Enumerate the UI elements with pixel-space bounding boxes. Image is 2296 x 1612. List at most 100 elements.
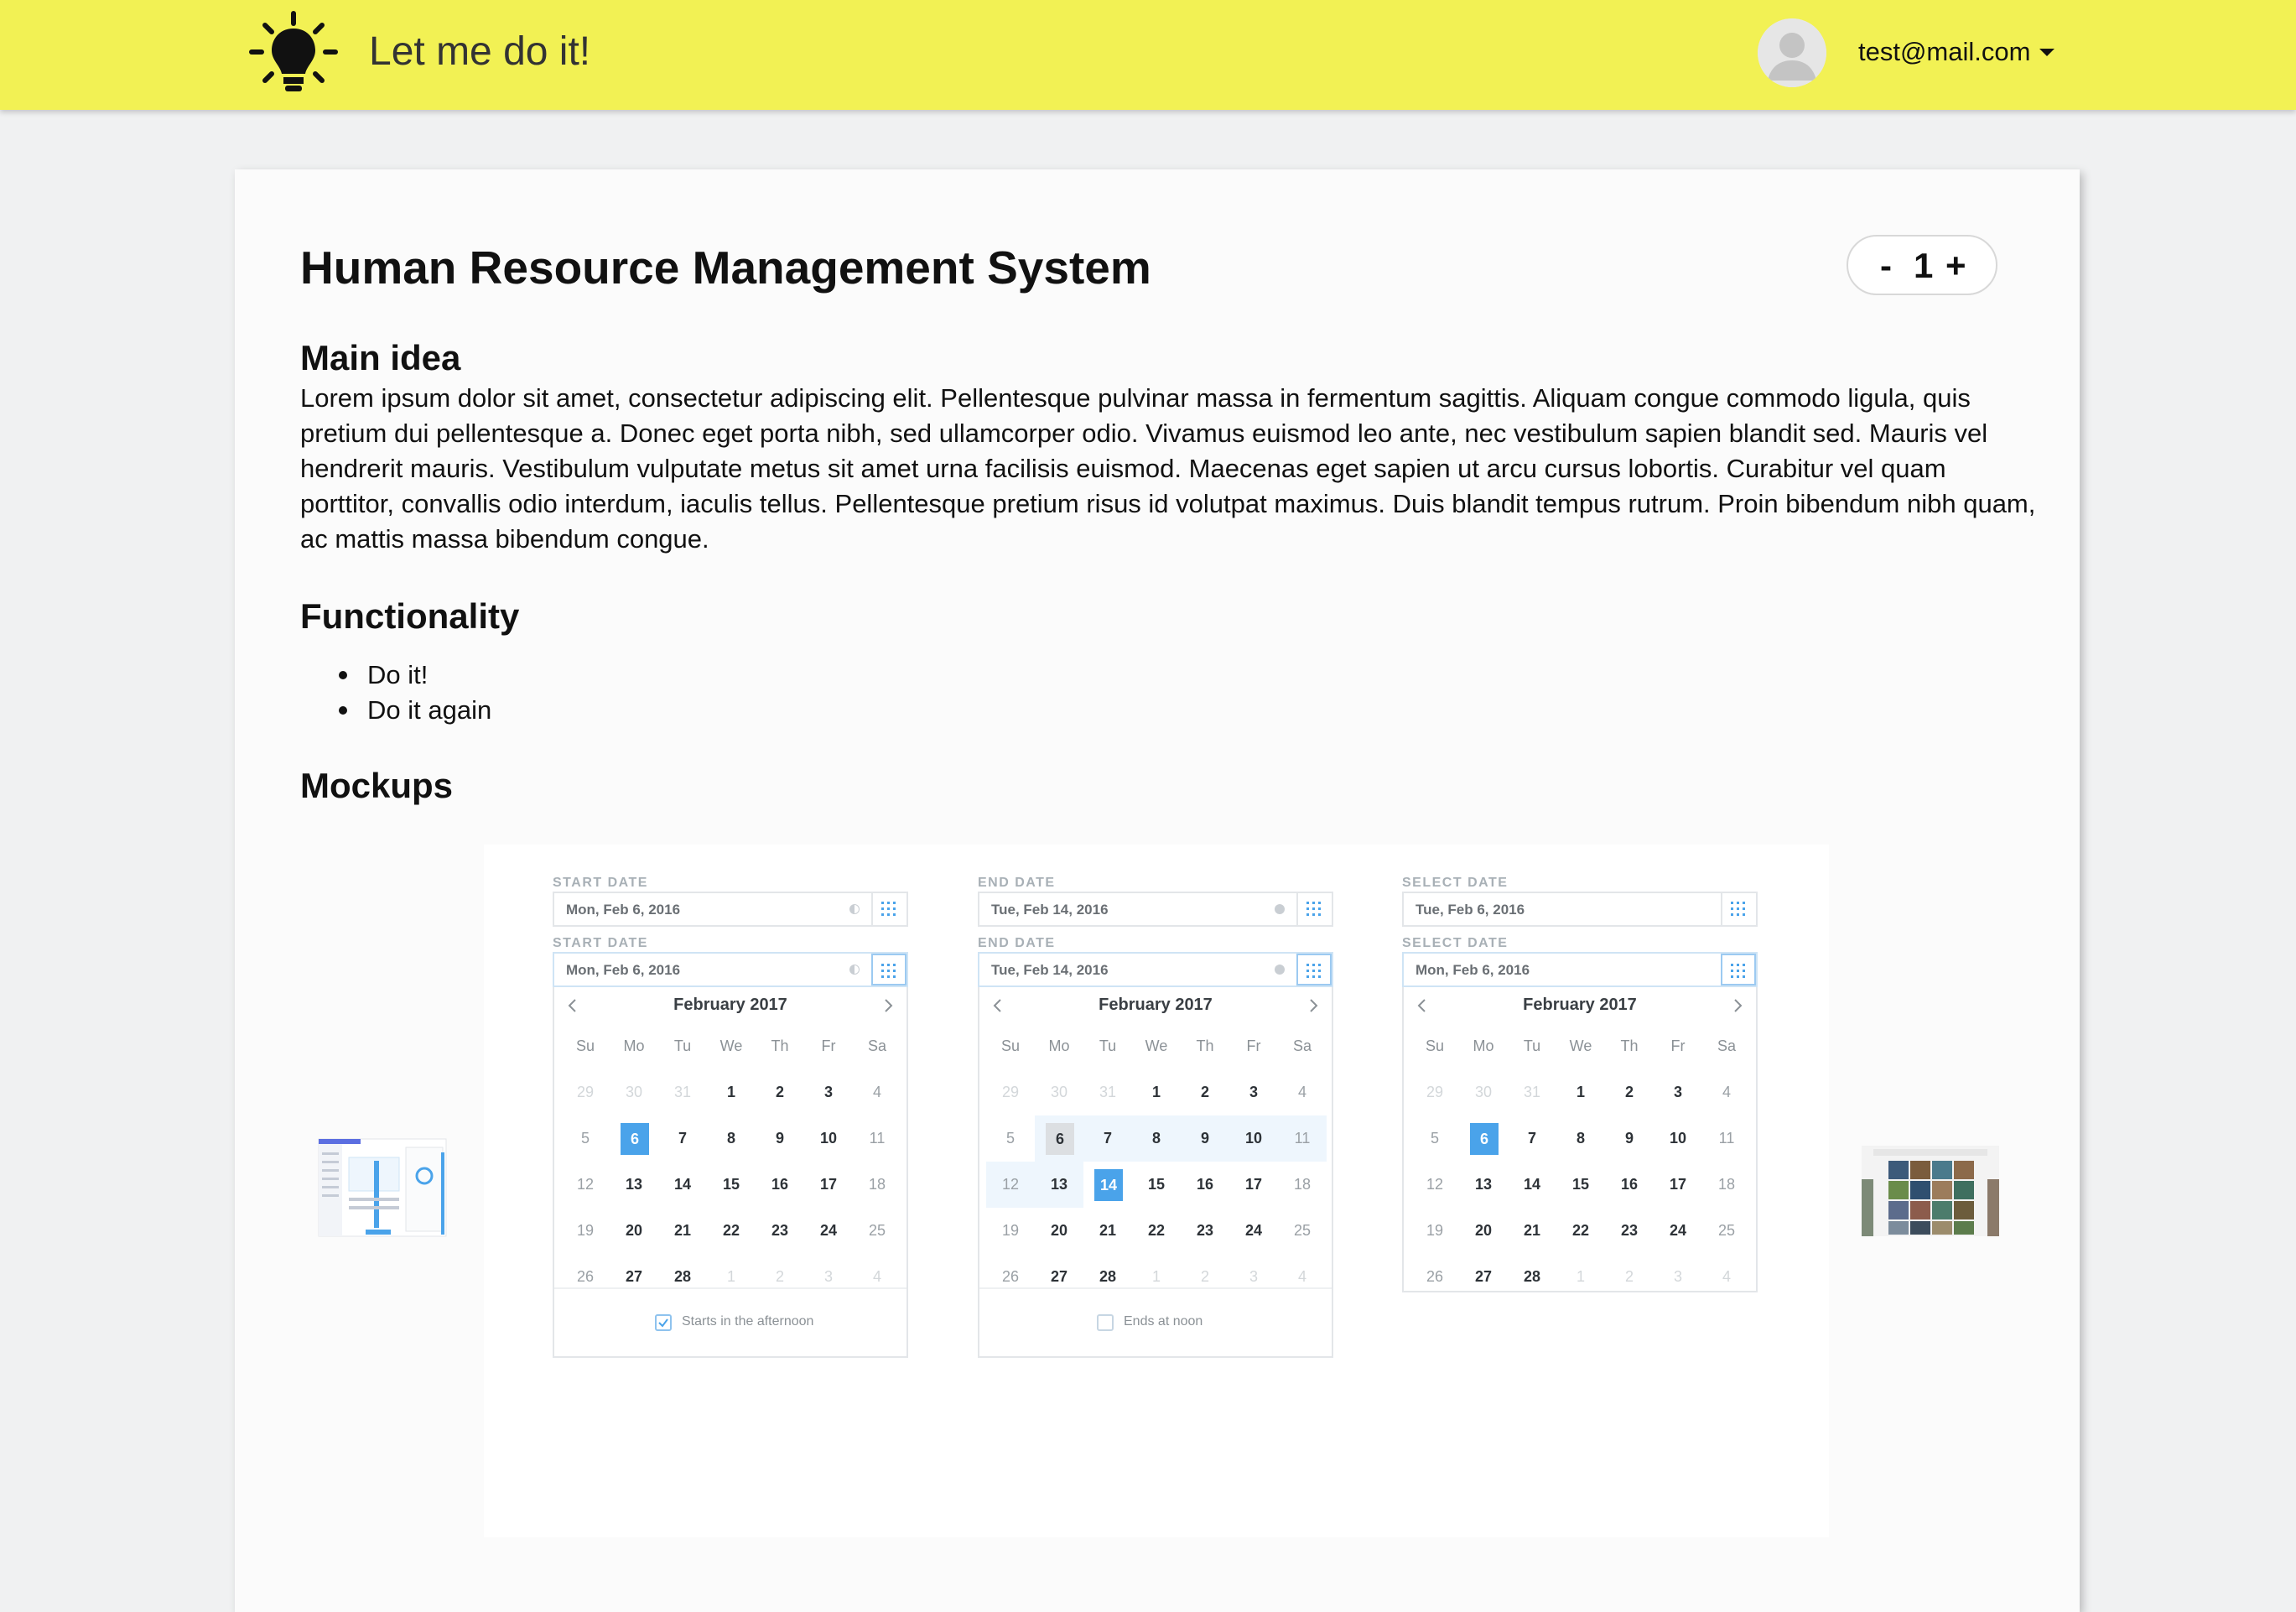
calendar-day[interactable]: 4 [853,1069,901,1115]
calendar-day[interactable]: 19 [561,1208,610,1254]
calendar-day[interactable]: 12 [561,1162,610,1208]
calendar-day[interactable]: 5 [1410,1115,1459,1162]
date-input[interactable]: Tue, Feb 14, 2016 [978,892,1333,927]
footer-checkbox[interactable] [655,1314,672,1331]
calendar-day[interactable]: 7 [658,1115,707,1162]
calendar-day[interactable]: 17 [1229,1162,1278,1208]
calendar-day[interactable]: 31 [1083,1069,1132,1115]
vote-minus-button[interactable]: - [1880,243,1892,289]
calendar-day[interactable]: 13 [1035,1162,1083,1208]
mockup-image[interactable]: START DATE Mon, Feb 6, 2016 START DATE Mon,… [484,845,1829,1537]
calendar-day[interactable]: 4 [1278,1069,1327,1115]
calendar-day[interactable]: 30 [1035,1069,1083,1115]
chevron-left-icon[interactable] [1416,997,1429,1014]
calendar-day[interactable]: 15 [1132,1162,1181,1208]
calendar-day[interactable]: 29 [1410,1069,1459,1115]
calendar-day[interactable]: 24 [1654,1208,1702,1254]
calendar-day[interactable]: 12 [986,1162,1035,1208]
date-input[interactable]: Mon, Feb 6, 2016 [553,952,908,987]
calendar-day[interactable]: 6 [1035,1115,1083,1162]
calendar-day[interactable]: 16 [1605,1162,1654,1208]
calendar-day[interactable]: 4 [1702,1069,1751,1115]
date-input[interactable]: Mon, Feb 6, 2016 [1402,952,1758,987]
avatar[interactable] [1758,18,1826,87]
calendar-day[interactable]: 18 [1278,1162,1327,1208]
calendar-day[interactable]: 15 [707,1162,756,1208]
calendar-day[interactable]: 8 [707,1115,756,1162]
calendar-day[interactable]: 22 [1132,1208,1181,1254]
user-menu-toggle[interactable]: test@mail.com [1858,34,2030,70]
calendar-day[interactable]: 14 [1083,1162,1132,1208]
chevron-left-icon[interactable] [991,997,1005,1014]
calendar-day[interactable]: 20 [1035,1208,1083,1254]
calendar-day[interactable]: 18 [853,1162,901,1208]
calendar-day[interactable]: 2 [1605,1069,1654,1115]
calendar-day[interactable]: 14 [1508,1162,1556,1208]
calendar-day[interactable]: 29 [986,1069,1035,1115]
calendar-day[interactable]: 5 [561,1115,610,1162]
calendar-day[interactable]: 1 [1556,1254,1605,1300]
calendar-day[interactable]: 25 [853,1208,901,1254]
vote-plus-button[interactable]: + [1945,243,1966,289]
calendar-day[interactable]: 2 [756,1069,804,1115]
calendar-toggle-button[interactable] [871,893,906,925]
calendar-day[interactable]: 1 [1556,1069,1605,1115]
calendar-day[interactable]: 7 [1083,1115,1132,1162]
app-title[interactable]: Let me do it! [369,25,590,79]
calendar-day[interactable]: 5 [986,1115,1035,1162]
calendar-toggle-button[interactable] [871,954,906,985]
calendar-day[interactable]: 26 [1410,1254,1459,1300]
lightbulb-icon[interactable] [248,8,339,99]
calendar-day[interactable]: 8 [1132,1115,1181,1162]
calendar-day[interactable]: 17 [1654,1162,1702,1208]
calendar-day[interactable]: 21 [658,1208,707,1254]
calendar-toggle-button[interactable] [1296,893,1332,925]
calendar-toggle-button[interactable] [1296,954,1332,985]
mockup-thumbnail-prev[interactable] [315,1136,449,1240]
calendar-day[interactable]: 1 [707,1069,756,1115]
calendar-day[interactable]: 27 [1459,1254,1508,1300]
calendar-day[interactable]: 11 [1702,1115,1751,1162]
calendar-day[interactable]: 16 [1181,1162,1229,1208]
date-input[interactable]: Tue, Feb 6, 2016 [1402,892,1758,927]
calendar-day[interactable]: 25 [1702,1208,1751,1254]
calendar-day[interactable]: 7 [1508,1115,1556,1162]
calendar-day[interactable]: 16 [756,1162,804,1208]
calendar-day[interactable]: 30 [1459,1069,1508,1115]
calendar-day[interactable]: 17 [804,1162,853,1208]
footer-checkbox[interactable] [1097,1314,1114,1331]
calendar-day[interactable]: 22 [1556,1208,1605,1254]
calendar-day[interactable]: 28 [1508,1254,1556,1300]
calendar-day[interactable]: 8 [1556,1115,1605,1162]
calendar-day[interactable]: 9 [756,1115,804,1162]
calendar-day[interactable]: 1 [1132,1069,1181,1115]
calendar-day[interactable]: 20 [610,1208,658,1254]
chevron-right-icon[interactable] [1306,997,1320,1014]
calendar-day[interactable]: 6 [1459,1115,1508,1162]
calendar-day[interactable]: 13 [610,1162,658,1208]
calendar-day[interactable]: 21 [1508,1208,1556,1254]
chevron-right-icon[interactable] [881,997,895,1014]
calendar-day[interactable]: 18 [1702,1162,1751,1208]
calendar-day[interactable]: 31 [1508,1069,1556,1115]
calendar-day[interactable]: 6 [610,1115,658,1162]
calendar-day[interactable]: 25 [1278,1208,1327,1254]
calendar-day[interactable]: 19 [1410,1208,1459,1254]
mockup-thumbnail-next[interactable] [1862,1146,1999,1236]
calendar-day[interactable]: 4 [1702,1254,1751,1300]
calendar-day[interactable]: 3 [1229,1069,1278,1115]
calendar-day[interactable]: 12 [1410,1162,1459,1208]
calendar-day[interactable]: 3 [1654,1254,1702,1300]
calendar-day[interactable]: 13 [1459,1162,1508,1208]
chevron-right-icon[interactable] [1731,997,1744,1014]
calendar-day[interactable]: 9 [1605,1115,1654,1162]
calendar-day[interactable]: 3 [1654,1069,1702,1115]
calendar-day[interactable]: 20 [1459,1208,1508,1254]
calendar-toggle-button[interactable] [1721,893,1756,925]
chevron-left-icon[interactable] [566,997,579,1014]
date-input[interactable]: Mon, Feb 6, 2016 [553,892,908,927]
calendar-day[interactable]: 21 [1083,1208,1132,1254]
calendar-day[interactable]: 19 [986,1208,1035,1254]
calendar-day[interactable]: 30 [610,1069,658,1115]
calendar-day[interactable]: 10 [1229,1115,1278,1162]
